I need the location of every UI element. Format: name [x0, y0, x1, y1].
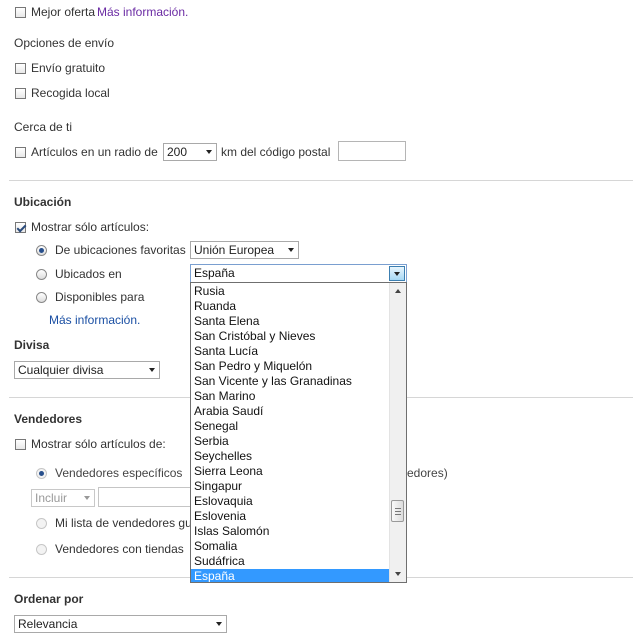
nearby-title: Cerca de ti [14, 120, 73, 134]
local-pickup-checkbox[interactable] [15, 88, 26, 99]
dropdown-option[interactable]: San Marino [191, 389, 390, 404]
radius-select[interactable]: 200 [163, 143, 217, 161]
chevron-down-icon [149, 368, 155, 372]
sort-title: Ordenar por [14, 592, 84, 606]
my-sellers-list-label: Mi lista de vendedores gu [55, 516, 192, 530]
sellers-show-only-checkbox[interactable] [15, 439, 26, 450]
available-for-radio[interactable] [36, 292, 47, 303]
dropdown-option[interactable]: Sudáfrica [191, 554, 390, 569]
dropdown-options: Rusia Ruanda Santa Elena San Cristóbal y Ni… [191, 284, 390, 582]
dropdown-option[interactable]: Somalia [191, 539, 390, 554]
dropdown-option[interactable]: Sierra Leona [191, 464, 390, 479]
store-sellers-label: Vendedores con tiendas [55, 542, 184, 556]
located-in-radio[interactable] [36, 269, 47, 280]
located-in-select-value: España [194, 266, 235, 280]
dropdown-scrollbar[interactable] [389, 283, 406, 582]
shipping-options-title: Opciones de envío [14, 36, 115, 50]
dropdown-option[interactable]: Santa Lucía [191, 344, 390, 359]
arrow-up-icon [395, 289, 401, 293]
chevron-down-icon [84, 496, 90, 500]
chevron-down-icon [206, 150, 212, 154]
sort-select-value: Relevancia [18, 617, 78, 631]
best-offer-label: Mejor oferta [31, 5, 96, 19]
dropdown-option[interactable]: San Cristóbal y Nieves [191, 329, 390, 344]
dropdown-button[interactable] [389, 266, 405, 281]
currency-select-value: Cualquier divisa [18, 363, 104, 377]
store-sellers-radio[interactable] [36, 544, 47, 555]
include-select-value: Incluir [35, 491, 68, 505]
free-shipping-label: Envío gratuito [31, 61, 106, 75]
arrow-down-icon [395, 572, 401, 576]
radius-label: Artículos en un radio de [31, 145, 158, 159]
dropdown-option[interactable]: Santa Elena [191, 314, 390, 329]
dropdown-option[interactable]: San Vicente y las Granadinas [191, 374, 390, 389]
best-offer-checkbox[interactable] [15, 7, 26, 18]
located-in-dropdown-list[interactable]: Rusia Ruanda Santa Elena San Cristóbal y Ni… [190, 282, 407, 583]
postal-code-input[interactable] [338, 141, 406, 161]
scrollbar-thumb[interactable] [391, 500, 404, 522]
free-shipping-checkbox[interactable] [15, 63, 26, 74]
specific-sellers-label: Vendedores específicos [55, 466, 183, 480]
sellers-show-only-label: Mostrar sólo artículos de: [31, 437, 166, 451]
favorites-select[interactable]: Unión Europea [190, 241, 299, 259]
location-title: Ubicación [14, 195, 72, 209]
favorites-label: De ubicaciones favoritas [55, 243, 186, 257]
available-for-label: Disponibles para [55, 290, 145, 304]
scroll-up-button[interactable] [390, 283, 406, 298]
my-sellers-list-radio[interactable] [36, 518, 47, 529]
dropdown-option[interactable]: Singapur [191, 479, 390, 494]
dropdown-option[interactable]: San Pedro y Miquelón [191, 359, 390, 374]
specific-sellers-radio[interactable] [36, 468, 47, 479]
dropdown-option[interactable]: Eslovaquia [191, 494, 390, 509]
currency-title: Divisa [14, 338, 50, 352]
radius-checkbox[interactable] [15, 147, 26, 158]
dropdown-option[interactable]: Islas Salomón [191, 524, 390, 539]
dropdown-option[interactable]: Serbia [191, 434, 390, 449]
located-in-label: Ubicados en [55, 267, 122, 281]
chevron-down-icon [288, 248, 294, 252]
dropdown-option[interactable]: Rusia [191, 284, 390, 299]
specific-sellers-suffix: edores) [407, 466, 448, 480]
dropdown-option[interactable]: España [191, 569, 390, 582]
favorites-radio[interactable] [36, 245, 47, 256]
seller-ids-input[interactable] [98, 487, 193, 507]
favorites-select-value: Unión Europea [194, 243, 275, 257]
located-in-select[interactable]: España [190, 264, 407, 283]
postal-code-label: km del código postal [221, 145, 331, 159]
include-select[interactable]: Incluir [31, 489, 95, 507]
dropdown-option[interactable]: Seychelles [191, 449, 390, 464]
best-offer-more-info-link[interactable]: Más información. [97, 5, 188, 19]
currency-select[interactable]: Cualquier divisa [14, 361, 160, 379]
dropdown-option[interactable]: Ruanda [191, 299, 390, 314]
scroll-down-button[interactable] [390, 567, 406, 582]
chevron-down-icon [216, 622, 222, 626]
local-pickup-label: Recogida local [31, 86, 110, 100]
sellers-title: Vendedores [14, 412, 83, 426]
dropdown-option[interactable]: Eslovenia [191, 509, 390, 524]
location-show-only-label: Mostrar sólo artículos: [31, 220, 150, 234]
radius-select-value: 200 [167, 145, 188, 159]
divider [9, 180, 633, 181]
sort-select[interactable]: Relevancia [14, 615, 227, 633]
location-more-info-link[interactable]: Más información. [49, 313, 140, 327]
location-show-only-checkbox[interactable] [15, 222, 26, 233]
dropdown-option[interactable]: Arabia Saudí [191, 404, 390, 419]
dropdown-option[interactable]: Senegal [191, 419, 390, 434]
